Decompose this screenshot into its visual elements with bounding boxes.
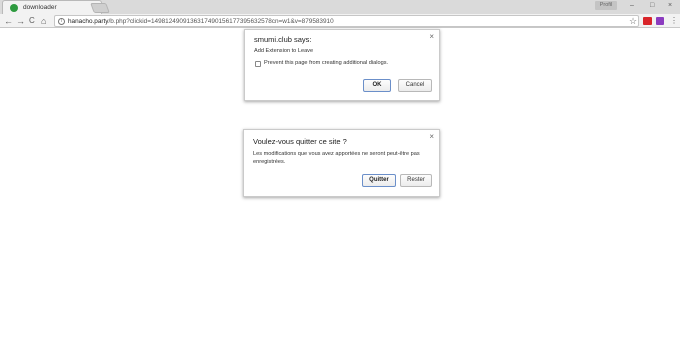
- info-icon[interactable]: i: [58, 18, 65, 25]
- shield-check-icon: [10, 4, 18, 12]
- new-tab-button[interactable]: [90, 3, 110, 13]
- dialog-close-icon[interactable]: ×: [429, 32, 434, 41]
- close-window-icon[interactable]: ×: [668, 1, 672, 11]
- ok-button[interactable]: OK: [363, 79, 391, 92]
- alert-dialog: × smumi.club says: Add Extension to Leav…: [244, 29, 440, 101]
- bookmark-star-icon[interactable]: ☆: [629, 14, 637, 28]
- dialog-title: Voulez-vous quitter ce site ?: [253, 137, 347, 146]
- prevent-dialogs-checkbox[interactable]: [255, 61, 261, 67]
- quit-button[interactable]: Quitter: [362, 174, 396, 187]
- dialog-message: Les modifications que vous avez apportée…: [253, 151, 420, 165]
- menu-icon[interactable]: ⋮: [670, 15, 678, 27]
- checkbox-label: Prevent this page from creating addition…: [264, 60, 389, 66]
- dialog-close-icon[interactable]: ×: [429, 132, 434, 141]
- forward-arrow-icon[interactable]: →: [16, 15, 25, 27]
- extension-purple-icon[interactable]: [656, 17, 664, 25]
- url-text[interactable]: hanacho.party/b.php?clickid=149812490913…: [68, 17, 334, 26]
- profile-button[interactable]: Profil: [595, 1, 617, 10]
- url-path: /b.php?clickid=1498124909136317490156177…: [108, 18, 334, 25]
- address-bar[interactable]: i hanacho.party/b.php?clickid=1498124909…: [54, 15, 639, 27]
- minimize-icon[interactable]: –: [630, 1, 634, 11]
- dialog-title: smumi.club says:: [254, 35, 312, 44]
- cancel-button[interactable]: Cancel: [398, 79, 432, 92]
- stay-button[interactable]: Rester: [400, 174, 432, 187]
- extension-red-icon[interactable]: [643, 17, 652, 25]
- back-arrow-icon[interactable]: ←: [4, 15, 13, 27]
- maximize-icon[interactable]: □: [650, 1, 654, 11]
- tab-title: downloader: [23, 4, 57, 11]
- tab-downloader[interactable]: downloader ×: [2, 0, 102, 14]
- browser-toolbar: ← → C ⌂ i hanacho.party/b.php?clickid=14…: [0, 14, 680, 28]
- reload-icon[interactable]: C: [29, 15, 35, 27]
- dialog-message: Add Extension to Leave: [254, 48, 314, 54]
- leave-site-dialog: × Voulez-vous quitter ce site ? Les modi…: [243, 129, 440, 197]
- url-host: hanacho.party: [68, 18, 109, 25]
- home-icon[interactable]: ⌂: [41, 15, 46, 27]
- tab-strip: downloader × Profil – □ ×: [0, 0, 680, 14]
